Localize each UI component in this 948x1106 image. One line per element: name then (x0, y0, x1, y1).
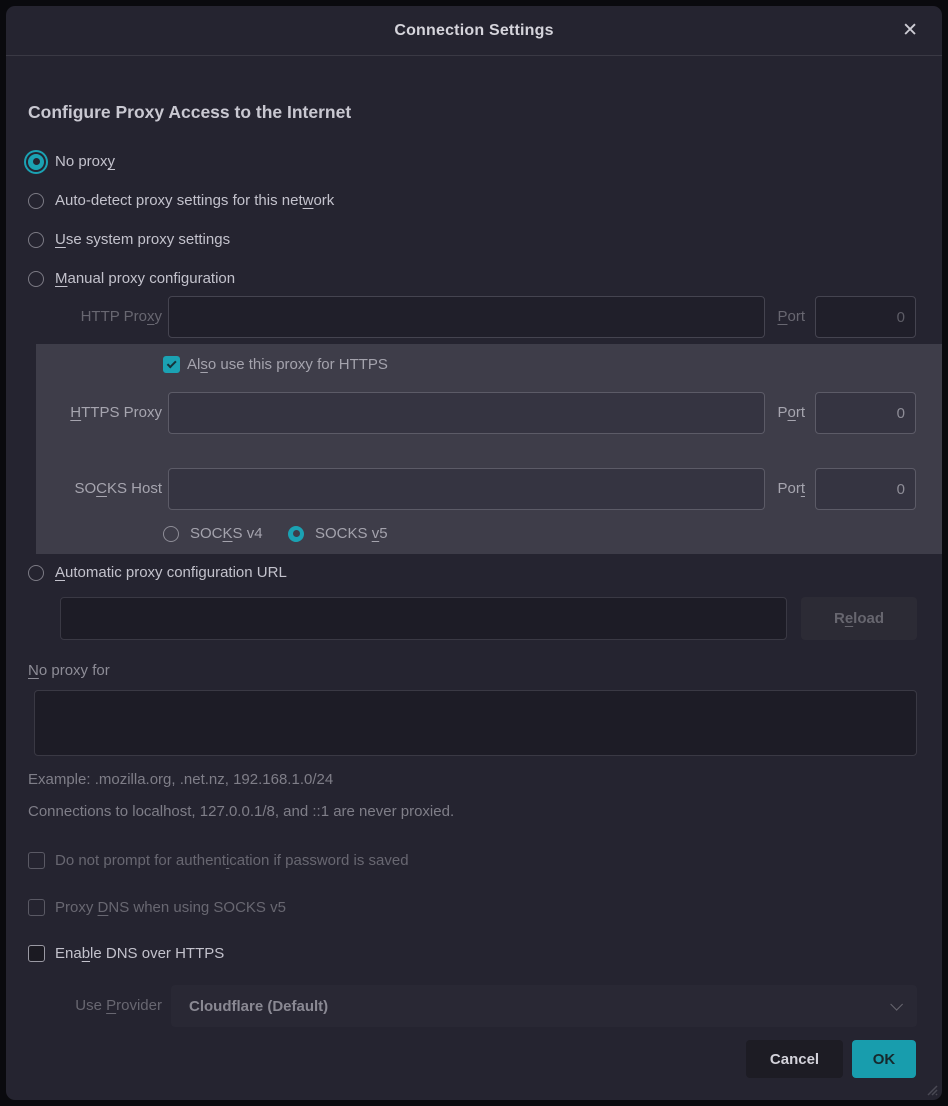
checkbox-option-share-proxy-https[interactable]: Also use this proxy for HTTPS (163, 356, 388, 373)
radio-option-manual-proxy[interactable]: Manual proxy configuration (28, 270, 235, 287)
radio-option-no-proxy[interactable]: No proxy (28, 153, 115, 170)
radio-option-socks-v5[interactable]: SOCKS v5 (288, 525, 388, 542)
https-port-input[interactable] (815, 392, 916, 434)
https-proxy-label: HTTPS Proxy (36, 392, 162, 434)
radio-option-auto-detect[interactable]: Auto-detect proxy settings for this netw… (28, 192, 334, 209)
no-proxy-example-hint: Example: .mozilla.org, .net.nz, 192.168.… (28, 771, 333, 788)
http-proxy-label: HTTP Proxy (28, 296, 162, 338)
radio-icon-socks-v5[interactable] (288, 526, 304, 542)
dialog-titlebar: Connection Settings ✕ (6, 6, 942, 56)
https-proxy-input[interactable] (168, 392, 765, 434)
close-icon[interactable]: ✕ (898, 18, 922, 44)
ok-button[interactable]: OK (852, 1040, 916, 1078)
auto-config-url-input[interactable] (60, 597, 787, 640)
resize-grip-icon[interactable] (922, 1080, 938, 1096)
doh-provider-selected-value: Cloudflare (Default) (189, 998, 328, 1015)
radio-icon-auto-config-url[interactable] (28, 565, 44, 581)
checkbox-icon-share-proxy-https[interactable] (163, 356, 180, 373)
page-title: Configure Proxy Access to the Internet (28, 102, 351, 123)
socks-host-input[interactable] (168, 468, 765, 510)
radio-icon-system-proxy[interactable] (28, 232, 44, 248)
checkbox-icon-enable-doh[interactable] (28, 945, 45, 962)
socks-port-input[interactable] (815, 468, 916, 510)
checkbox-icon-no-prompt-auth[interactable] (28, 852, 45, 869)
no-proxy-for-textarea[interactable] (34, 690, 917, 756)
http-port-label: Port (759, 296, 805, 338)
radio-icon-socks-v4[interactable] (163, 526, 179, 542)
checkbox-icon-proxy-dns-socks5[interactable] (28, 899, 45, 916)
dialog-title: Connection Settings (394, 22, 553, 40)
checkbox-option-enable-doh[interactable]: Enable DNS over HTTPS (28, 945, 224, 962)
connection-settings-dialog: Connection Settings ✕ Configure Proxy Ac… (6, 6, 942, 1100)
no-proxy-for-label: No proxy for (28, 662, 110, 679)
http-proxy-input[interactable] (168, 296, 765, 338)
radio-icon-no-proxy[interactable] (28, 154, 44, 170)
radio-icon-auto-detect[interactable] (28, 193, 44, 209)
cancel-button[interactable]: Cancel (746, 1040, 843, 1078)
socks-port-label: Port (759, 468, 805, 510)
checkbox-option-no-prompt-auth[interactable]: Do not prompt for authentication if pass… (28, 852, 409, 869)
https-socks-section: Also use this proxy for HTTPS HTTPS Prox… (36, 344, 942, 554)
checkbox-option-proxy-dns-socks5[interactable]: Proxy DNS when using SOCKS v5 (28, 899, 286, 916)
reload-button[interactable]: Reload (801, 597, 917, 640)
socks-host-label: SOCKS Host (36, 468, 162, 510)
radio-option-socks-v4[interactable]: SOCKS v4 (163, 525, 263, 542)
radio-icon-manual-proxy[interactable] (28, 271, 44, 287)
chevron-down-icon (890, 998, 903, 1011)
doh-provider-select[interactable]: Cloudflare (Default) (171, 985, 917, 1027)
radio-option-system-proxy[interactable]: Use system proxy settings (28, 231, 230, 248)
use-provider-label: Use Provider (28, 985, 162, 1027)
never-proxied-hint: Connections to localhost, 127.0.0.1/8, a… (28, 803, 454, 820)
https-port-label: Port (759, 392, 805, 434)
http-port-input[interactable] (815, 296, 916, 338)
checkmark-icon (167, 358, 177, 368)
radio-option-auto-config-url[interactable]: Automatic proxy configuration URL (28, 564, 287, 581)
